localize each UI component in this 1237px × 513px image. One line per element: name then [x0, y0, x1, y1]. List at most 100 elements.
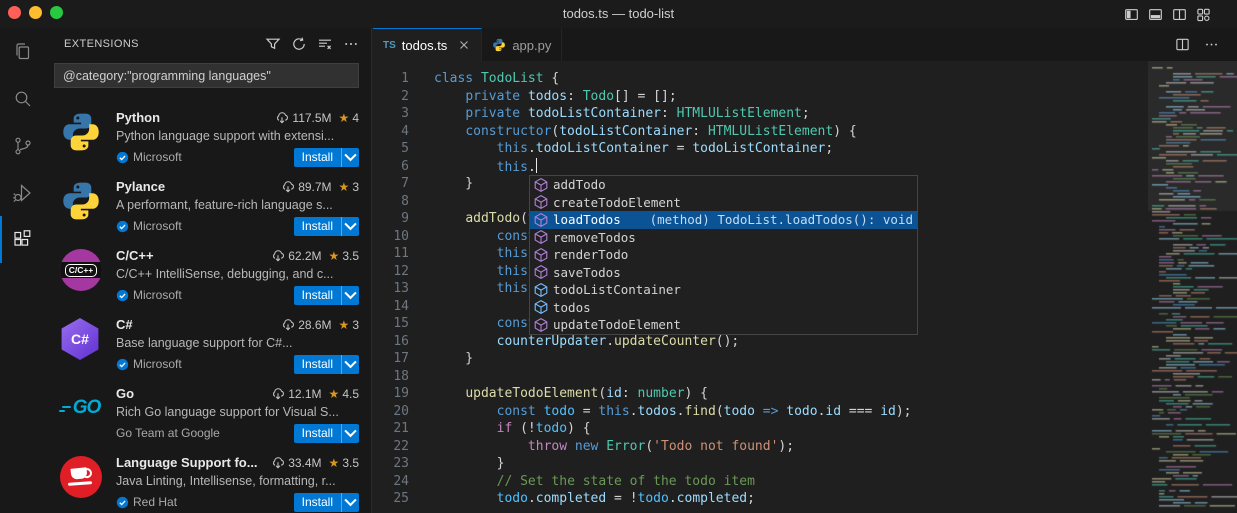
extension-publisher: Microsoft — [116, 150, 182, 164]
cpp-logo-icon: C/C++ — [60, 249, 102, 291]
symbol-method-icon — [533, 177, 549, 193]
tab-app.py[interactable]: app.py — [482, 28, 562, 61]
line-number: 14 — [373, 298, 409, 316]
suggest-item-addTodo[interactable]: addTodo — [530, 176, 917, 194]
clear-search-icon[interactable] — [317, 36, 333, 52]
suggest-item-createTodoElement[interactable]: createTodoElement — [530, 194, 917, 212]
extensions-search — [54, 63, 359, 88]
layout-panel-icon[interactable] — [1148, 7, 1163, 22]
close-window-button[interactable] — [8, 6, 21, 19]
code-line-text: addTodo(t — [409, 210, 536, 228]
refresh-icon[interactable] — [291, 36, 307, 52]
more-actions-icon[interactable] — [343, 36, 359, 52]
customize-layout-icon[interactable] — [1196, 7, 1211, 22]
install-button-label: Install — [294, 355, 341, 374]
extensions-search-input[interactable] — [54, 63, 359, 88]
line-number: 20 — [373, 403, 409, 421]
install-button[interactable]: Install — [294, 355, 359, 374]
activity-bar-item-source-control[interactable] — [0, 122, 44, 169]
rating-value: 3 — [352, 318, 359, 332]
install-dropdown-button[interactable] — [341, 148, 359, 167]
install-button[interactable]: Install — [294, 286, 359, 305]
activity-bar-item-search[interactable] — [0, 75, 44, 122]
go-logo-icon: GO — [60, 387, 102, 429]
python-logo-icon — [60, 180, 102, 222]
extension-meta: 117.5M★4 — [275, 111, 359, 125]
layout-split-editor-icon[interactable] — [1172, 7, 1187, 22]
code-line-text — [409, 368, 434, 386]
suggest-item-renderTodo[interactable]: renderTodo — [530, 246, 917, 264]
minimap[interactable] — [1148, 61, 1237, 513]
install-dropdown-button[interactable] — [341, 493, 359, 512]
download-count-icon — [281, 318, 295, 332]
code-line: 23 } — [373, 455, 1148, 473]
extension-row[interactable]: C#C#28.6M★3Base language support for C#.… — [44, 304, 371, 373]
source-control-icon — [11, 134, 35, 158]
code-line: 2 private todos: Todo[] = []; — [373, 88, 1148, 106]
extension-description: A performant, feature-rich language s... — [116, 196, 359, 214]
line-number: 18 — [373, 368, 409, 386]
code-line-text: this. — [409, 280, 536, 298]
suggest-item-label: updateTodoElement — [553, 317, 681, 332]
publisher-name: Red Hat — [133, 495, 177, 509]
star-icon: ★ — [329, 249, 340, 263]
install-button[interactable]: Install — [294, 424, 359, 443]
more-actions-icon[interactable] — [1204, 37, 1219, 52]
extension-name: Go — [116, 386, 134, 401]
close-tab-icon[interactable] — [457, 38, 471, 52]
split-editor-icon[interactable] — [1175, 37, 1190, 52]
sidebar-header-actions — [265, 36, 359, 52]
code-line-text: // Set the state of the todo item — [409, 473, 755, 491]
code-line-text: constructor(todoListContainer: HTMLUList… — [409, 123, 857, 141]
publisher-name: Microsoft — [133, 219, 182, 233]
code-line: 24 // Set the state of the todo item — [373, 473, 1148, 491]
suggest-item-removeTodos[interactable]: removeTodos — [530, 229, 917, 247]
filter-icon[interactable] — [265, 36, 281, 52]
extension-row[interactable]: Python117.5M★4Python language support wi… — [44, 97, 371, 166]
install-button[interactable]: Install — [294, 217, 359, 236]
tab-bar: TStodos.tsapp.py — [373, 28, 1237, 61]
traffic-lights — [8, 6, 63, 19]
download-count: 89.7M — [298, 180, 331, 194]
extension-name: Pylance — [116, 179, 165, 194]
code-line-text: private todos: Todo[] = []; — [409, 88, 677, 106]
suggest-item-updateTodoElement[interactable]: updateTodoElement — [530, 316, 917, 334]
install-dropdown-button[interactable] — [341, 355, 359, 374]
code-line-text: const todo = this.todos.find(todo => tod… — [409, 403, 912, 421]
extension-row[interactable]: Pylance89.7M★3A performant, feature-rich… — [44, 166, 371, 235]
minimize-window-button[interactable] — [29, 6, 42, 19]
activity-bar-item-explorer[interactable] — [0, 28, 44, 75]
download-count: 12.1M — [288, 387, 321, 401]
files-icon — [11, 40, 35, 64]
install-dropdown-button[interactable] — [341, 424, 359, 443]
code-line-text: } — [409, 455, 504, 473]
extension-row[interactable]: C/C++C/C++62.2M★3.5C/C++ IntelliSense, d… — [44, 235, 371, 304]
extension-name: C# — [116, 317, 133, 332]
suggest-item-todos[interactable]: todos — [530, 299, 917, 317]
publisher-name: Microsoft — [133, 288, 182, 302]
download-count: 62.2M — [288, 249, 321, 263]
activity-bar-item-extensions[interactable] — [0, 216, 44, 263]
tab-label: todos.ts — [402, 38, 448, 53]
verified-publisher-icon — [116, 496, 129, 509]
vscode-window: todos.ts — todo-list EXTENSIONS Python11… — [0, 0, 1237, 513]
suggest-item-label: loadTodos — [553, 212, 621, 227]
extension-description: Python language support with extensi... — [116, 127, 359, 145]
suggest-item-saveTodos[interactable]: saveTodos — [530, 264, 917, 282]
layout-sidebar-left-icon[interactable] — [1124, 7, 1139, 22]
suggest-item-todoListContainer[interactable]: todoListContainer — [530, 281, 917, 299]
suggest-item-loadTodos[interactable]: loadTodos(method) TodoList.loadTodos(): … — [530, 211, 917, 229]
tab-todos.ts[interactable]: TStodos.ts — [373, 28, 482, 61]
code-line-text: counterUpdater.updateCounter(); — [409, 333, 739, 351]
line-number: 15 — [373, 315, 409, 333]
zoom-window-button[interactable] — [50, 6, 63, 19]
extension-row[interactable]: Language Support fo...33.4M★3.5Java Lint… — [44, 442, 371, 511]
rating-value: 4.5 — [342, 387, 359, 401]
install-dropdown-button[interactable] — [341, 286, 359, 305]
install-button[interactable]: Install — [294, 148, 359, 167]
install-dropdown-button[interactable] — [341, 217, 359, 236]
activity-bar-item-run-debug[interactable] — [0, 169, 44, 216]
extension-row[interactable]: GOGo12.1M★4.5Rich Go language support fo… — [44, 373, 371, 442]
install-button[interactable]: Install — [294, 493, 359, 512]
line-number: 24 — [373, 473, 409, 491]
